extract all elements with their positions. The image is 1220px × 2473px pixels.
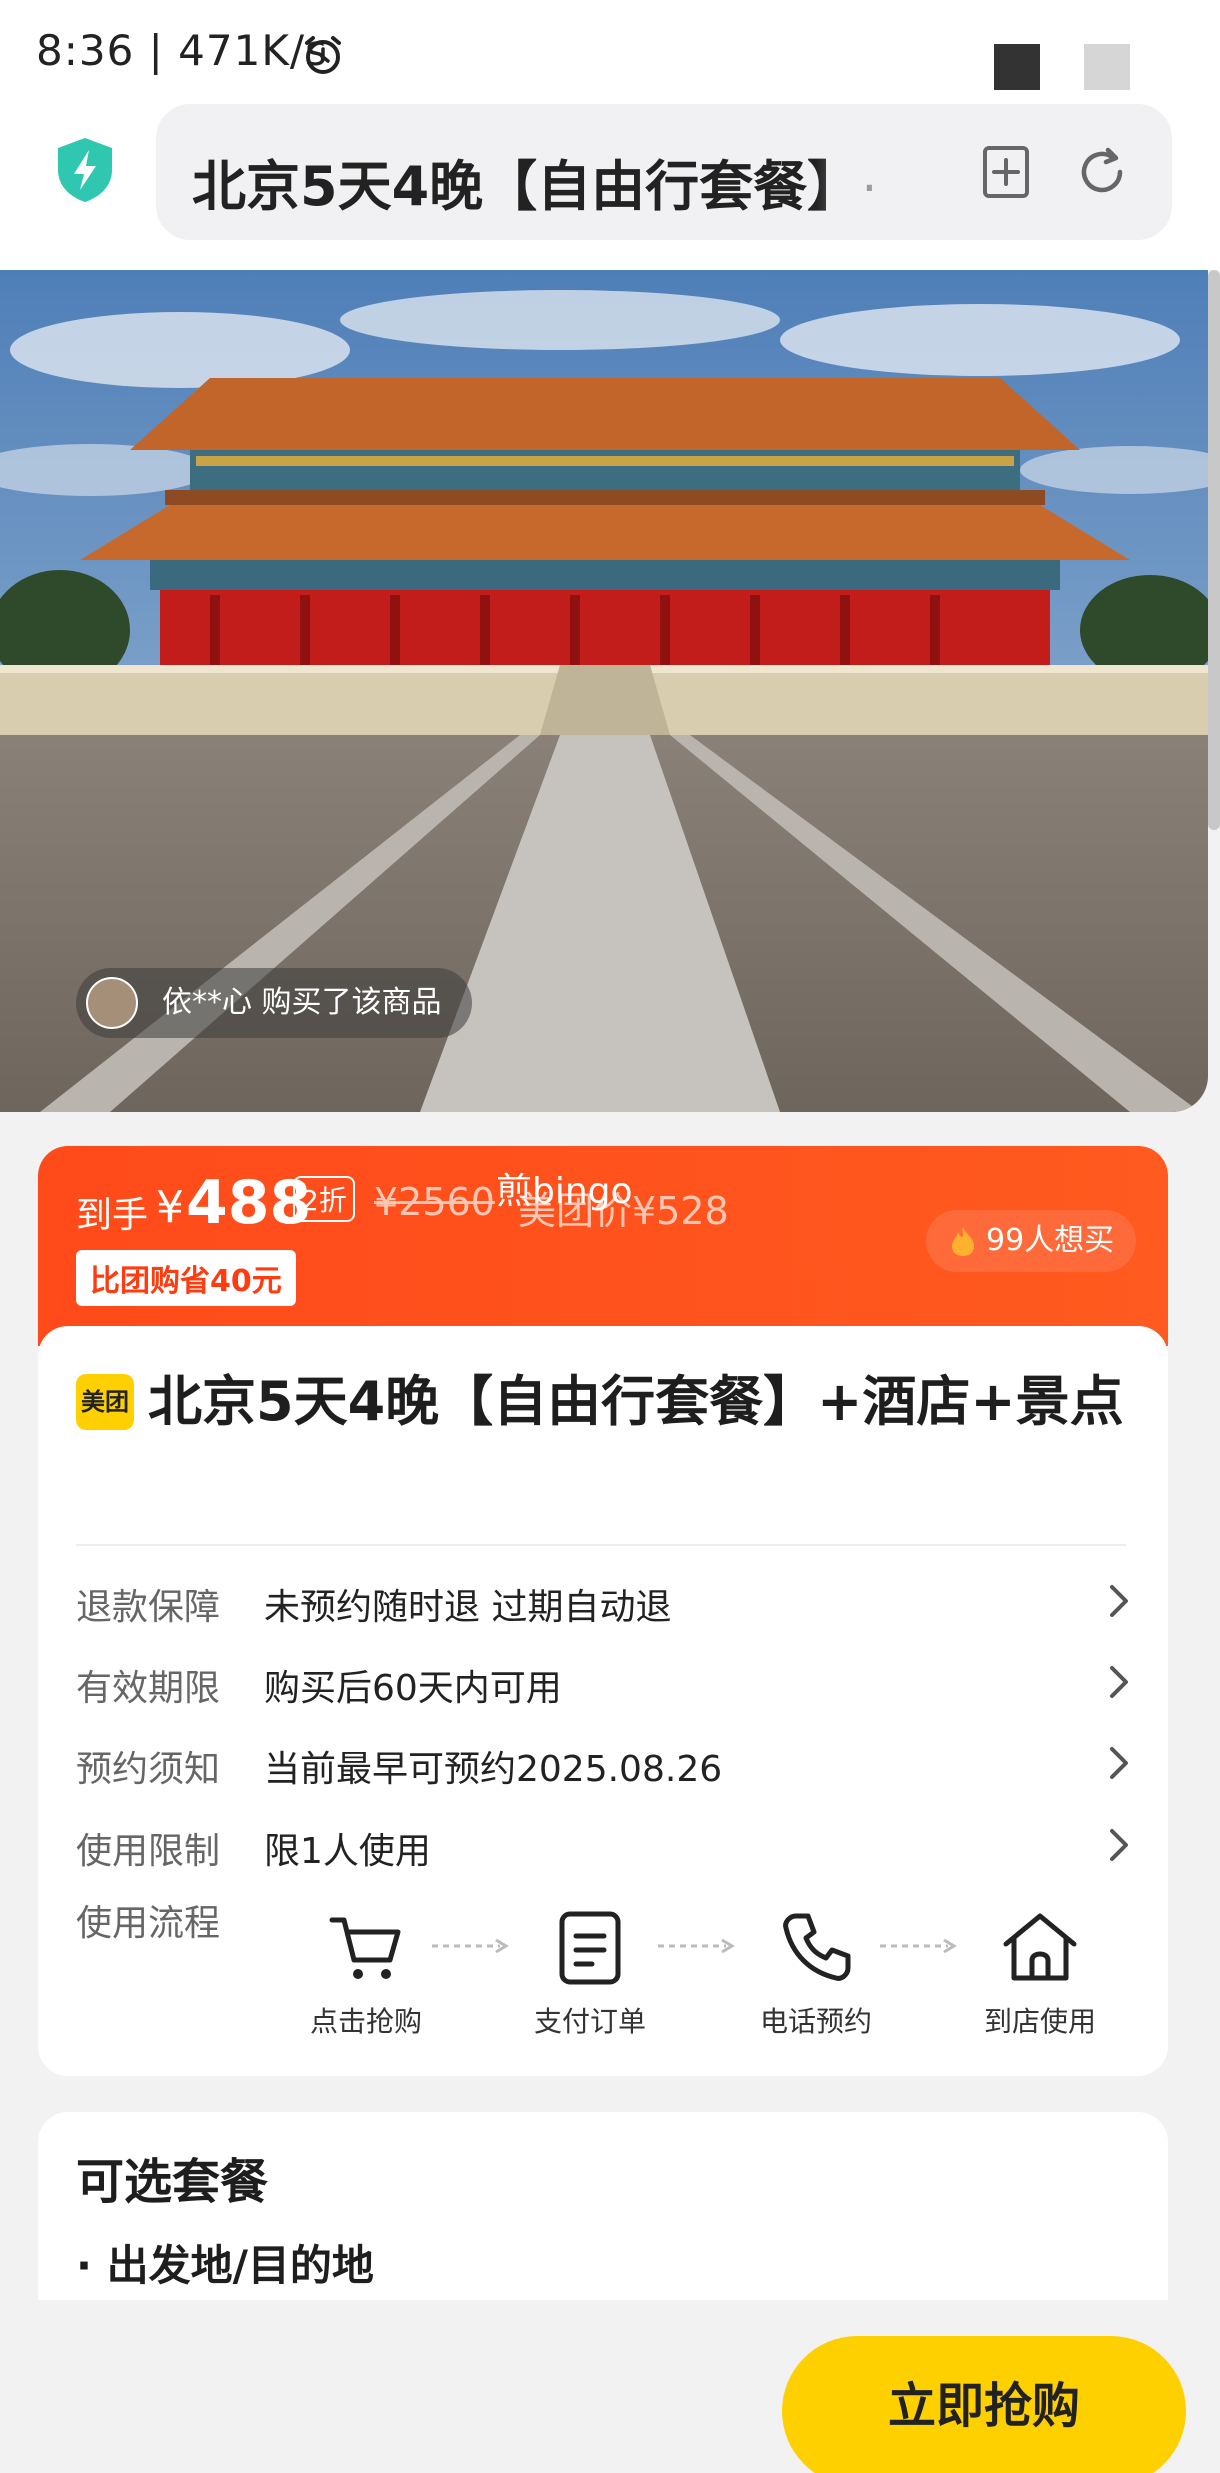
phone-icon [783, 1913, 851, 1981]
status-indicator-light [1084, 44, 1130, 90]
security-shield-icon[interactable] [54, 136, 116, 204]
flow-arrow-icon [432, 1938, 509, 1954]
row-value: 限1人使用 [264, 1831, 431, 1872]
watermark: 煎bingo [496, 1171, 633, 1212]
price-banner: 到手 ¥ 488 2折 ¥2560 美团价¥528 煎bingo 比团购省40元… [38, 1146, 1168, 1346]
flow-step-pay: 支付订单 [510, 1906, 670, 2040]
status-time-speed: 8:36 | 471K/s [36, 26, 328, 75]
price-label: 到手 [76, 1195, 149, 1236]
discount-badge: 2折 [293, 1176, 355, 1222]
refresh-icon[interactable] [1074, 144, 1130, 200]
meituan-logo-badge: 美团 [76, 1374, 134, 1430]
row-value: 当前最早可预约2025.08.26 [264, 1749, 723, 1790]
want-count-badge: 99人想买 [926, 1210, 1137, 1272]
flow-arrow-icon [880, 1938, 957, 1954]
browser-toolbar: 北京5天4晚【自由行套餐】+酒店+景点 [0, 100, 1220, 270]
recent-buyer-notice: 依**心 购买了该商品 [76, 968, 472, 1038]
options-item-origin-destination[interactable]: · 出发地/目的地 [76, 2232, 374, 2293]
divider [76, 1544, 1126, 1546]
chevron-right-icon [1110, 1585, 1128, 1617]
status-indicator-dark [994, 44, 1040, 90]
flow-step-call: 电话预约 [736, 1906, 896, 2040]
row-label: 退款保障 [76, 1587, 221, 1628]
row-label: 有效期限 [76, 1668, 221, 1709]
flow-arrow-icon [658, 1938, 735, 1954]
alarm-icon [305, 36, 341, 74]
chevron-right-icon [1110, 1666, 1128, 1698]
original-price: ¥2560 [374, 1180, 495, 1224]
options-title: 可选套餐 [76, 2154, 269, 2210]
product-info-card: 北京5天4晚【自由行套餐】+酒店+景点 美团 退款保障 未预约随时退 过期自动退… [38, 1326, 1168, 2076]
row-label: 预约须知 [76, 1749, 221, 1790]
row-value: 购买后60天内可用 [264, 1668, 562, 1709]
row-label: 使用限制 [76, 1831, 221, 1872]
cart-icon [329, 1917, 401, 1979]
flow-step-buy: 点击抢购 [286, 1906, 446, 2040]
buyer-avatar [86, 977, 138, 1029]
step-label: 到店使用 [983, 2005, 1096, 2038]
home-icon [1003, 1913, 1077, 1981]
flame-icon [952, 1227, 974, 1256]
savings-badge: 比团购省40元 [76, 1250, 296, 1306]
status-bar: 8:36 | 471K/s [0, 0, 1220, 100]
product-title: 北京5天4晚【自由行套餐】+酒店+景点 [148, 1370, 1124, 1433]
buy-now-button[interactable]: 立即抢购 [782, 2336, 1186, 2473]
add-bookmark-icon[interactable] [978, 144, 1034, 200]
usage-flow-label: 使用流程 [76, 1903, 221, 1944]
chevron-right-icon [1110, 1747, 1128, 1779]
refund-row[interactable]: 退款保障 未预约随时退 过期自动退 [76, 1570, 1136, 1630]
page-title: 北京5天4晚【自由行套餐】+酒店+景点 [192, 155, 872, 218]
step-label: 支付订单 [533, 2005, 646, 2038]
chevron-right-icon [1110, 1829, 1128, 1861]
address-bar[interactable]: 北京5天4晚【自由行套餐】+酒店+景点 [156, 104, 1172, 240]
document-icon [559, 1911, 621, 1985]
step-label: 点击抢购 [309, 2005, 422, 2038]
row-value: 未预约随时退 过期自动退 [264, 1587, 672, 1628]
step-label: 电话预约 [759, 2005, 872, 2038]
usage-limit-row[interactable]: 使用限制 限1人使用 [76, 1814, 1136, 1874]
page-scrollbar[interactable] [1208, 270, 1220, 830]
validity-row[interactable]: 有效期限 购买后60天内可用 [76, 1651, 1136, 1711]
flow-step-visit: 到店使用 [960, 1906, 1120, 2040]
booking-notice-row[interactable]: 预约须知 当前最早可预约2025.08.26 [76, 1732, 1136, 1792]
currency-symbol: ¥ [156, 1182, 184, 1233]
